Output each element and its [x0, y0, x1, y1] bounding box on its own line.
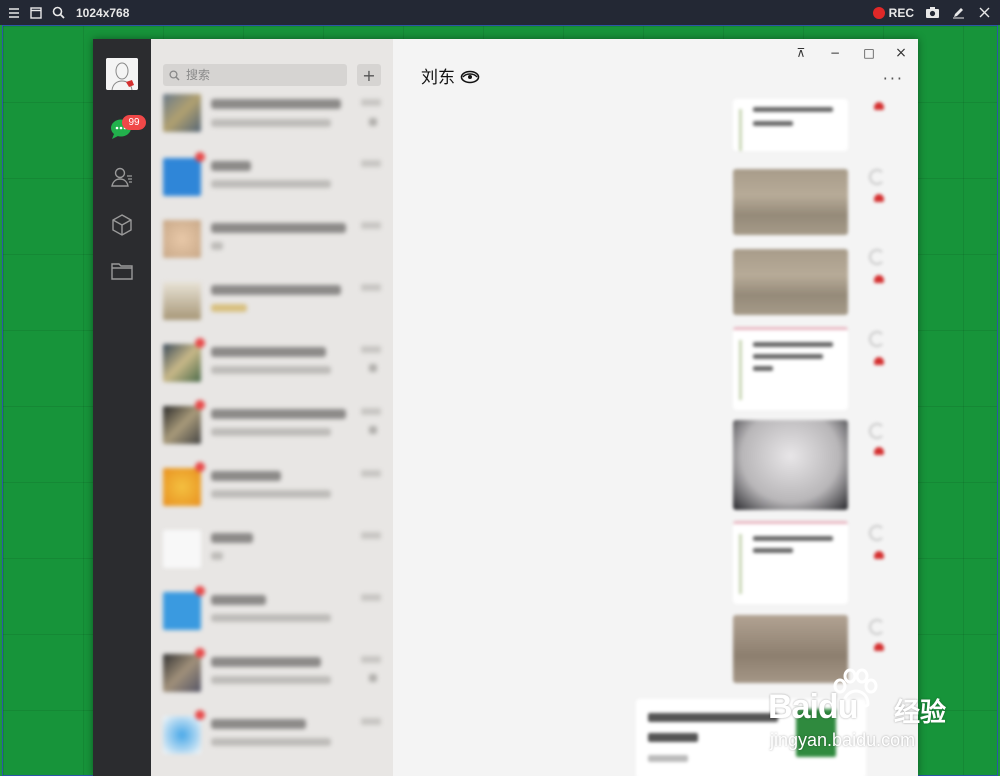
message-area [393, 99, 918, 776]
status-icon [874, 447, 884, 455]
list-item[interactable] [151, 148, 393, 210]
add-chat-button[interactable]: + [357, 64, 381, 86]
excel-file-icon [796, 709, 836, 757]
camera-icon[interactable] [924, 5, 940, 21]
status-icon [874, 357, 884, 365]
chat-title: 刘东 [421, 63, 480, 88]
record-dot-icon [872, 6, 885, 19]
pen-icon[interactable] [950, 5, 966, 21]
status-icon [874, 275, 884, 283]
rec-label: REC [888, 5, 914, 20]
emoji-icon [461, 70, 480, 84]
image-message[interactable] [733, 420, 848, 510]
pin-button[interactable]: ⊼ [791, 44, 811, 62]
loading-icon [869, 619, 885, 635]
search-box[interactable] [163, 64, 347, 86]
loading-icon [869, 525, 885, 541]
recorder-toolbar: 1024x768 REC [0, 0, 1000, 25]
chat-pane: ⊼ − □ × 刘东 ··· [393, 39, 918, 776]
loading-icon [869, 331, 885, 347]
close-button[interactable]: × [891, 44, 911, 62]
user-avatar[interactable] [106, 58, 138, 90]
list-item[interactable] [151, 94, 393, 156]
list-item[interactable] [151, 582, 393, 644]
status-icon [874, 643, 884, 651]
wechat-nav-bar: 99 [93, 39, 151, 776]
cube-icon [112, 214, 132, 236]
more-options-button[interactable]: ··· [883, 69, 904, 88]
list-item[interactable] [151, 210, 393, 272]
nav-contacts[interactable] [109, 164, 135, 190]
maximize-button[interactable]: □ [859, 44, 879, 62]
list-item[interactable] [151, 272, 393, 334]
search-input[interactable] [184, 67, 338, 83]
status-icon [874, 194, 884, 202]
loading-icon [869, 169, 885, 185]
chat-title-text: 刘东 [421, 68, 455, 88]
list-item[interactable] [151, 706, 393, 768]
list-item[interactable] [151, 334, 393, 396]
image-message[interactable] [733, 249, 848, 315]
nav-files[interactable] [109, 258, 135, 284]
image-message[interactable] [733, 169, 848, 235]
image-message[interactable] [733, 521, 848, 604]
window-frame-icon[interactable] [28, 5, 44, 21]
list-item[interactable] [151, 644, 393, 706]
list-item[interactable] [151, 520, 393, 582]
wechat-window: 99 + [93, 39, 918, 776]
unread-badge: 99 [122, 115, 146, 130]
file-message[interactable] [636, 699, 866, 776]
conversation-list [151, 94, 393, 776]
list-item[interactable] [151, 458, 393, 520]
resolution-label: 1024x768 [76, 5, 130, 20]
search-icon [169, 66, 180, 85]
minimize-button[interactable]: − [825, 44, 845, 62]
status-icon [874, 551, 884, 559]
image-message[interactable] [733, 615, 848, 683]
menu-icon[interactable] [6, 5, 22, 21]
folder-icon [111, 263, 133, 280]
nav-favorites[interactable] [109, 212, 135, 238]
list-item[interactable] [151, 396, 393, 458]
loading-icon [869, 423, 885, 439]
rec-button[interactable]: REC [872, 5, 914, 20]
image-message[interactable] [733, 99, 848, 151]
conversation-list-pane: + [151, 39, 393, 776]
contacts-icon [111, 167, 132, 187]
search-icon[interactable] [50, 5, 66, 21]
close-icon[interactable] [976, 5, 992, 21]
image-message[interactable] [733, 327, 848, 410]
loading-icon [869, 249, 885, 265]
status-icon [874, 102, 884, 110]
